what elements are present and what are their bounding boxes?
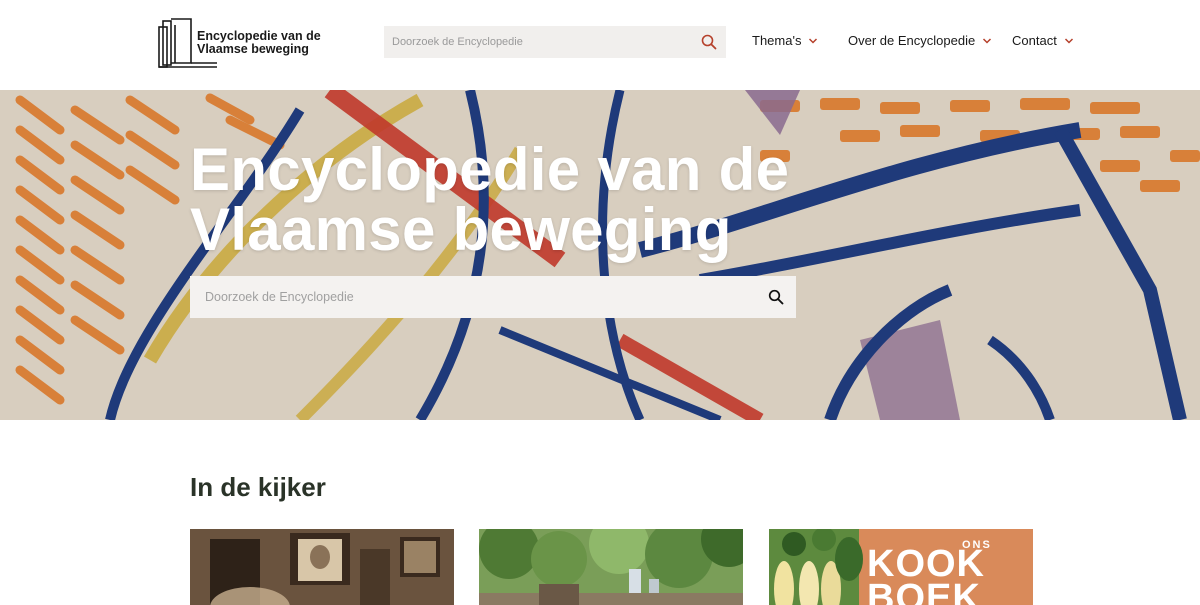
section-title: In de kijker xyxy=(190,472,326,502)
cookbook-cover-text-3: BOEK xyxy=(867,577,981,605)
site-logo[interactable]: Encyclopedie van de Vlaamse beweging xyxy=(157,15,322,71)
hero-title: Encyclopedie van de Vlaamse beweging xyxy=(190,140,810,260)
chevron-down-icon xyxy=(983,37,992,44)
hero-search-input[interactable] xyxy=(190,276,750,318)
header-search-bar xyxy=(384,26,726,58)
chevron-down-icon xyxy=(1064,37,1073,44)
chevron-down-icon xyxy=(809,37,818,44)
search-icon[interactable] xyxy=(700,33,718,51)
featured-card-1[interactable] xyxy=(190,529,454,605)
featured-card-2[interactable] xyxy=(479,529,743,605)
nav-label-over: Over de Encyclopedie xyxy=(848,33,976,48)
nav-label-contact: Contact xyxy=(1012,33,1057,48)
sepia-portrait-photo xyxy=(190,529,454,605)
trees-park-photo xyxy=(479,529,743,605)
logo-line-2: Vlaamse beweging xyxy=(197,42,309,56)
hero-title-line-1: Encyclopedie van de xyxy=(190,136,790,203)
hero-search-bar xyxy=(190,276,796,318)
featured-card-3[interactable]: ONS KOOK BOEK xyxy=(769,529,1033,605)
nav-label-themas: Thema's xyxy=(752,33,802,48)
nav-item-over[interactable]: Over de Encyclopedie xyxy=(848,33,992,48)
site-header: Encyclopedie van de Vlaamse beweging The… xyxy=(0,0,1200,90)
search-icon[interactable] xyxy=(768,289,784,305)
nav-item-themas[interactable]: Thema's xyxy=(752,33,818,48)
header-search-input[interactable] xyxy=(384,26,684,58)
nav-item-contact[interactable]: Contact xyxy=(1012,33,1074,48)
hero-title-line-2: Vlaamse beweging xyxy=(190,196,732,263)
cookbook-cover-text-2: KOOK xyxy=(867,543,985,585)
logo-wordmark: Encyclopedie van de Vlaamse beweging xyxy=(197,30,321,56)
hero-banner: Encyclopedie van de Vlaamse beweging xyxy=(0,90,1200,420)
